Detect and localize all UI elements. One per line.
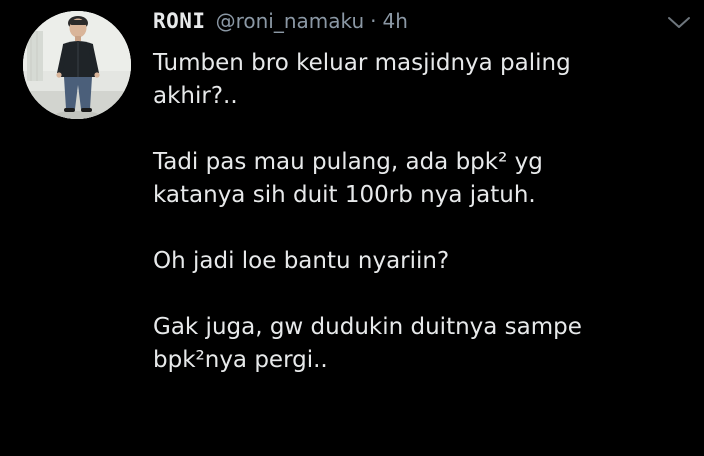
author-handle[interactable]: @roni_namaku: [216, 9, 365, 33]
avatar-character-icon: [23, 11, 131, 119]
more-options-button[interactable]: [666, 12, 692, 32]
author-name[interactable]: RONI: [153, 9, 206, 33]
tweet-paragraph: Tumben bro keluar masjidnya paling akhir…: [153, 50, 571, 109]
tweet-paragraph: Tadi pas mau pulang, ada bpk² yg katanya…: [153, 149, 543, 208]
tweet-paragraph: Oh jadi loe bantu nyariin?: [153, 248, 450, 274]
timestamp[interactable]: 4h: [383, 9, 408, 33]
tweet-paragraph: Gak juga, gw dudukin duitnya sampe bpk²n…: [153, 314, 582, 373]
tweet[interactable]: RONI @roni_namaku · 4h Tumben bro keluar…: [0, 0, 704, 456]
chevron-down-icon: [668, 17, 690, 28]
tweet-text: Tumben bro keluar masjidnya paling akhir…: [153, 47, 693, 377]
tweet-header: RONI @roni_namaku · 4h: [153, 9, 408, 39]
avatar[interactable]: [23, 11, 131, 119]
header-separator: ·: [370, 9, 377, 33]
